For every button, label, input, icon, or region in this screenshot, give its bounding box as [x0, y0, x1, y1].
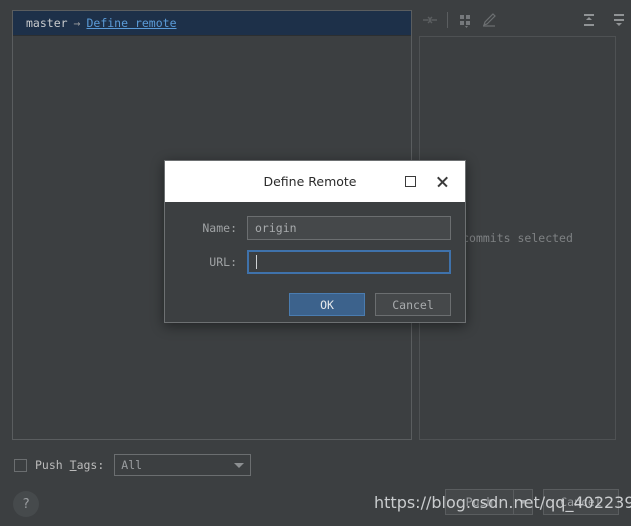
name-field-row: Name: origin	[179, 216, 451, 240]
text-cursor	[256, 255, 257, 269]
dialog-actions: OK Cancel	[165, 284, 465, 316]
collapse-arrows-icon[interactable]	[418, 8, 442, 32]
help-button[interactable]: ?	[13, 491, 39, 517]
push-tags-select[interactable]: All	[114, 454, 252, 476]
help-icon: ?	[22, 496, 30, 512]
collapse-all-icon[interactable]	[607, 8, 631, 32]
expand-all-icon[interactable]	[577, 8, 601, 32]
push-dialog-window: master → Define remote commits selected …	[0, 0, 631, 526]
push-tags-select-value: All	[121, 458, 143, 472]
name-label: Name:	[202, 221, 237, 235]
dialog-cancel-button[interactable]: Cancel	[375, 293, 451, 316]
define-remote-dialog: Define Remote Name: origin URL: OK Cance…	[164, 160, 466, 323]
push-tags-checkbox[interactable]	[14, 458, 27, 472]
chevron-down-icon	[234, 462, 245, 468]
branch-arrow-icon: →	[73, 16, 81, 30]
url-field-row: URL:	[179, 250, 451, 274]
define-remote-link[interactable]: Define remote	[86, 16, 176, 30]
ok-button[interactable]: OK	[289, 293, 365, 316]
push-tags-label: Push Tags:	[35, 458, 105, 472]
toolbar	[418, 6, 631, 34]
name-input[interactable]: origin	[247, 216, 451, 240]
dialog-body: Name: origin URL:	[165, 202, 465, 274]
commits-selected-message: commits selected	[462, 231, 573, 245]
dialog-title: Define Remote	[263, 174, 357, 189]
branch-name: master	[26, 16, 68, 30]
url-label: URL:	[209, 255, 237, 269]
close-icon[interactable]	[436, 176, 448, 188]
url-input[interactable]	[247, 250, 451, 274]
dialog-title-bar: Define Remote	[165, 161, 465, 202]
push-tags-row: Push Tags: All	[14, 454, 252, 476]
grid-dots-icon[interactable]	[453, 8, 477, 32]
branch-row[interactable]: master → Define remote	[13, 11, 411, 36]
maximize-icon[interactable]	[405, 176, 416, 187]
pencil-edit-icon[interactable]	[477, 8, 501, 32]
dialog-window-buttons	[405, 176, 465, 188]
watermark: https://blog.csdn.net/qq_40223983	[374, 493, 631, 512]
toolbar-separator	[447, 12, 448, 28]
